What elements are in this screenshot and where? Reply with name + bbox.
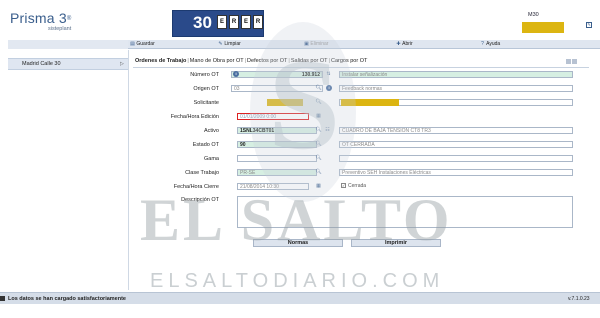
tab-controls [565,59,577,66]
main-panel: Ordenes de Trabajo|Mano de Obra por OT|D… [128,50,592,290]
brand-subtitle: sisteplant [48,26,72,32]
activo-label: Activo [204,128,219,134]
fecha-edicion-label: Fecha/Hora Edición [170,114,219,120]
open-icon: ✚ [396,41,401,47]
help-button[interactable]: ? Ayuda [480,41,500,48]
status-message: Los datos se han cargado satisfactoriame… [8,296,126,302]
gama-description[interactable] [339,155,573,162]
version-label: v.7.1.0.23 [568,296,590,302]
toolbar: ▤ Guardar ✎ Limpiar ▣ Eliminar ✚ Abrir ?… [128,40,600,49]
tab-separator: | [187,58,189,64]
numero-ot-label: Número OT [190,72,219,78]
tab-scroll-right-icon[interactable] [572,59,577,64]
origen-ot-description[interactable]: Feedback normas [339,85,573,92]
clase-trabajo-label: Clase Trabajo [185,170,219,176]
status-bar: Los datos se han cargado satisfactoriame… [0,292,600,304]
clear-icon: ✎ [218,41,223,47]
clase-trabajo-description[interactable]: Preventivo SEH Instalaciones Eléctricas [339,169,573,176]
open-button[interactable]: ✚ Abrir [396,41,413,48]
numero-ot-description[interactable]: Instalar señalización [339,71,573,78]
save-button[interactable]: ▤ Guardar [130,41,155,48]
watermark-url: ELSALTODIARIO.COM [150,270,445,292]
solicitante-label: Solicitante [193,100,219,106]
estado-ot-description[interactable]: OT CERRADA [339,141,573,148]
m30-banner: 30 E R E R [172,10,264,37]
user-settings-icon[interactable]: ✎ [586,22,592,28]
sidebar-item-label: Madrid Calle 30 [22,61,61,67]
cert-badge: E [241,15,251,29]
sidebar: Madrid Calle 30 ▷ [8,40,128,290]
cert-badge: R [229,15,239,29]
watermark-letter: S [268,33,341,177]
tab-ordenes-de-trabajo[interactable]: Ordenes de Trabajo [135,58,186,64]
user-area: M30 ✎ [520,12,595,38]
save-icon: ▤ [130,41,135,47]
chevron-right-icon: ▷ [120,61,124,67]
sidebar-header [8,40,128,49]
save-button-label: Guardar [136,41,155,47]
tab-divider [133,67,589,68]
tab-scroll-left-icon[interactable] [566,59,571,64]
watermark-title: EL SALTO [140,187,453,253]
user-id: M30 [528,12,539,18]
info-icon[interactable]: i [233,71,239,77]
banner-number: 30 [193,13,212,32]
status-icon [0,296,5,301]
brand-name: Prisma 3 [10,10,67,26]
help-button-label: Ayuda [486,41,501,47]
help-icon: ? [481,41,484,47]
cert-badge: E [217,15,227,29]
prisma-app-window: Prisma 3® sisteplant 30 E R E R M30 ✎ Ma… [0,0,600,318]
tab-mano-de-obra[interactable]: Mano de Obra por OT [190,58,244,64]
estado-ot-label: Estado OT [192,142,219,148]
sidebar-item-madrid-calle-30[interactable]: Madrid Calle 30 ▷ [8,58,128,70]
clear-button-label: Limpiar [224,41,241,47]
tab-separator: | [244,58,247,64]
activo-description[interactable]: CUADRO DE BAJA TENSION CT8 TR3 [339,127,573,134]
open-button-label: Abrir [402,41,413,47]
app-logo: Prisma 3® sisteplant [10,10,72,32]
cert-badge: R [253,15,263,29]
gama-label: Gama [204,156,219,162]
origen-ot-label: Origen OT [193,86,219,92]
brand-mark: ® [66,16,72,23]
clear-button[interactable]: ✎ Limpiar [218,41,241,48]
redacted-user-name [522,22,564,33]
